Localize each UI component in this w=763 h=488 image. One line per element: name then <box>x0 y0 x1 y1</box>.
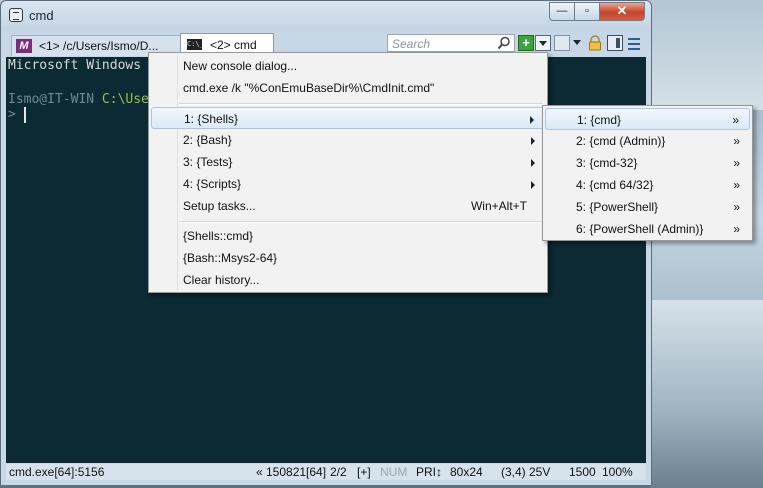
menu-item-setup-tasks[interactable]: Setup tasks... Win+Alt+T <box>151 195 545 217</box>
status-buffer[interactable]: 1500 <box>569 465 596 479</box>
submenu-arrow-icon <box>531 181 535 189</box>
prompt-path: C:\Use <box>101 92 149 107</box>
search-icon[interactable] <box>497 36 511 50</box>
status-zoom[interactable]: 100% <box>602 465 633 479</box>
menu-item-shells[interactable]: 1: {Shells} <box>151 107 545 129</box>
desktop-wallpaper-top <box>650 0 763 110</box>
menu-item-cmd-init[interactable]: cmd.exe /k "%ConEmuBaseDir%\CmdInit.cmd" <box>151 77 545 99</box>
menu-item-history-shells-cmd[interactable]: {Shells::cmd} <box>151 225 545 247</box>
maximize-button[interactable]: ▫ <box>574 2 600 21</box>
console-line: Microsoft Windows <box>8 58 142 73</box>
close-button[interactable]: ✕ <box>599 2 645 21</box>
msys-icon: M <box>16 39 32 53</box>
submenu-item-cmd-64-32[interactable]: 4: {cmd 64/32}» <box>545 174 750 196</box>
window-title: cmd <box>29 8 54 23</box>
status-version[interactable]: « 150821[64] <box>256 465 326 479</box>
title-bar[interactable]: cmd — ▫ ✕ <box>1 1 651 31</box>
chevron-down-icon[interactable] <box>573 40 581 45</box>
menu-separator <box>179 103 543 105</box>
status-process[interactable]: cmd.exe[64]:5156 <box>9 465 104 479</box>
status-size[interactable]: 80x24 <box>450 465 483 479</box>
status-cursor[interactable]: (3,4) 25V <box>501 465 550 479</box>
menu-item-scripts[interactable]: 4: {Scripts} <box>151 173 545 195</box>
submenu-arrow-icon <box>531 137 535 145</box>
new-console-dropdown-button[interactable] <box>535 35 551 51</box>
menu-item-history-bash-msys2[interactable]: {Bash::Msys2-64} <box>151 247 545 269</box>
console-icon: C:\_ <box>187 39 204 50</box>
desktop-wallpaper-bottom <box>650 300 763 488</box>
status-tabs[interactable]: 2/2 <box>330 465 347 479</box>
lock-icon[interactable] <box>587 35 603 51</box>
menu-item-tests[interactable]: 3: {Tests} <box>151 151 545 173</box>
split-icon[interactable] <box>554 35 570 51</box>
search-placeholder: Search <box>392 37 431 51</box>
submenu-item-cmd-32[interactable]: 3: {cmd-32}» <box>545 152 750 174</box>
console-prompt-line: Ismo@IT-WIN C:\Use <box>8 92 149 107</box>
status-num[interactable]: NUM <box>380 465 407 479</box>
menu-item-bash[interactable]: 2: {Bash} <box>151 129 545 151</box>
text-cursor <box>24 107 26 123</box>
tab-1-label: <1> /c/Users/Ismo/D... <box>39 39 159 53</box>
shortcut-label: Win+Alt+T <box>470 199 527 213</box>
minimize-button[interactable]: — <box>549 2 575 21</box>
menu-item-clear-history[interactable]: Clear history... <box>151 269 545 291</box>
prompt-char: > <box>8 107 16 122</box>
app-icon[interactable] <box>9 8 23 22</box>
shells-submenu: 1: {cmd}» 2: {cmd (Admin)}» 3: {cmd-32}»… <box>542 105 753 241</box>
new-console-button[interactable]: + <box>518 35 534 51</box>
search-input[interactable]: Search <box>387 34 515 52</box>
status-plus[interactable]: [+] <box>357 465 371 479</box>
hamburger-menu-icon[interactable] <box>626 35 642 51</box>
panel-view-icon[interactable] <box>607 35 623 51</box>
new-console-menu: New console dialog... cmd.exe /k "%ConEm… <box>148 52 548 293</box>
menu-separator <box>179 221 543 223</box>
submenu-item-powershell-admin[interactable]: 6: {PowerShell (Admin)}» <box>545 218 750 240</box>
tab-2-label: <2> cmd <box>210 38 257 52</box>
status-bar: cmd.exe[64]:5156 « 150821[64] 2/2 [+] NU… <box>6 464 646 480</box>
menu-item-new-console-dialog[interactable]: New console dialog... <box>151 55 545 77</box>
submenu-item-powershell[interactable]: 5: {PowerShell}» <box>545 196 750 218</box>
submenu-arrow-icon <box>530 116 534 124</box>
status-priority[interactable]: PRI↕ <box>416 465 442 479</box>
prompt-user: Ismo@IT-WIN <box>8 92 95 107</box>
submenu-item-cmd-admin[interactable]: 2: {cmd (Admin)}» <box>545 130 750 152</box>
submenu-item-cmd[interactable]: 1: {cmd}» <box>545 108 750 130</box>
submenu-arrow-icon <box>531 159 535 167</box>
